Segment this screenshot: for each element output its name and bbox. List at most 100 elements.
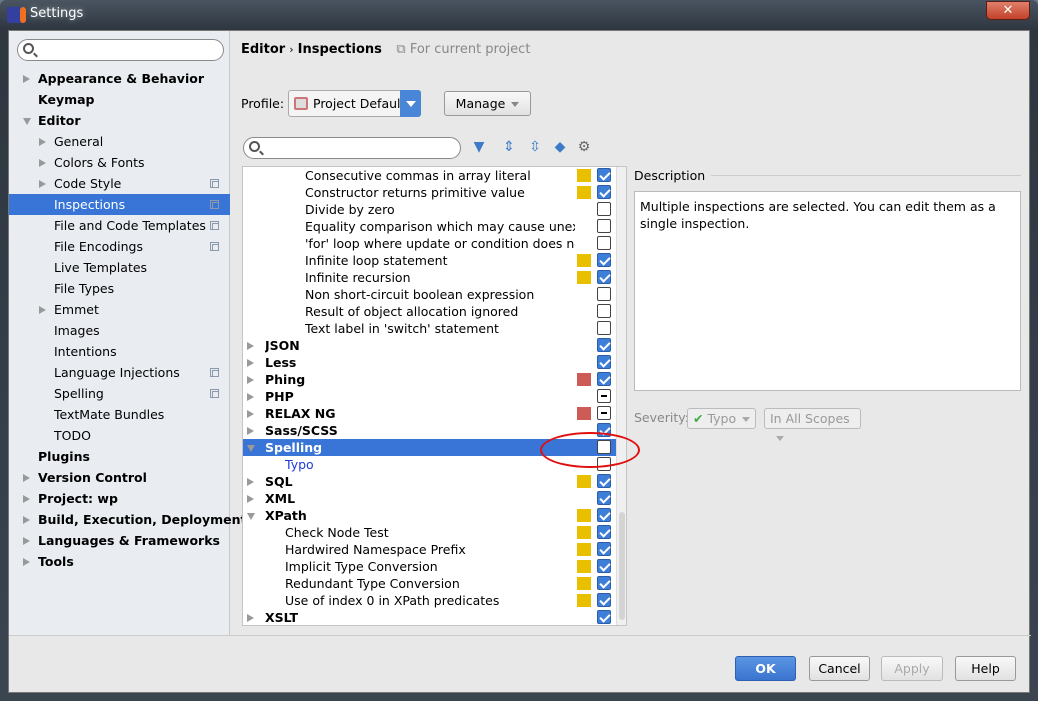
sidebar-item-file-and-code-templates[interactable]: File and Code Templates [9, 215, 230, 236]
tree-row-xml[interactable]: XML [243, 490, 626, 507]
sidebar-item-file-types[interactable]: File Types [9, 278, 230, 299]
inspection-checkbox[interactable] [597, 270, 611, 284]
chevron-right-icon[interactable] [247, 393, 254, 401]
chevron-right-icon[interactable] [39, 306, 46, 314]
tree-row-phing[interactable]: Phing [243, 371, 626, 388]
inspection-checkbox[interactable] [597, 559, 611, 573]
help-button[interactable]: Help [955, 656, 1016, 681]
tree-scrollbar[interactable] [616, 167, 626, 625]
manage-button[interactable]: Manage [444, 91, 531, 116]
inspection-search-input[interactable] [243, 137, 461, 159]
sidebar-item-tools[interactable]: Tools [9, 551, 230, 572]
ok-button[interactable]: OK [735, 656, 796, 681]
chevron-down-icon[interactable] [400, 90, 421, 117]
inspection-checkbox[interactable] [597, 372, 611, 386]
filter-icon[interactable]: ▼ [471, 139, 487, 155]
inspection-checkbox[interactable] [597, 525, 611, 539]
chevron-down-icon[interactable] [23, 118, 31, 125]
breadcrumb-parent[interactable]: Editor [241, 42, 285, 57]
tree-row-divide-by-zero[interactable]: Divide by zero [243, 201, 626, 218]
sidebar-item-language-injections[interactable]: Language Injections [9, 362, 230, 383]
sidebar-item-intentions[interactable]: Intentions [9, 341, 230, 362]
chevron-right-icon[interactable] [39, 138, 46, 146]
tree-row-text-label-in-switch-statement[interactable]: Text label in 'switch' statement [243, 320, 626, 337]
sidebar-item-languages-frameworks[interactable]: Languages & Frameworks [9, 530, 230, 551]
sidebar-item-images[interactable]: Images [9, 320, 230, 341]
inspection-checkbox[interactable] [597, 406, 611, 420]
chevron-right-icon[interactable] [247, 376, 254, 384]
sidebar-item-plugins[interactable]: Plugins [9, 446, 230, 467]
sidebar-item-general[interactable]: General [9, 131, 230, 152]
tree-row-json[interactable]: JSON [243, 337, 626, 354]
chevron-right-icon[interactable] [23, 558, 30, 566]
chevron-right-icon[interactable] [247, 342, 254, 350]
inspection-checkbox[interactable] [597, 491, 611, 505]
apply-button[interactable]: Apply [881, 656, 943, 681]
sidebar-item-spelling[interactable]: Spelling [9, 383, 230, 404]
settings-search-input[interactable] [17, 39, 224, 61]
inspection-checkbox[interactable] [597, 219, 611, 233]
sidebar-item-live-templates[interactable]: Live Templates [9, 257, 230, 278]
tree-row-sql[interactable]: SQL [243, 473, 626, 490]
inspection-checkbox[interactable] [597, 389, 611, 403]
inspection-checkbox[interactable] [597, 185, 611, 199]
tree-row-consecutive-commas-in-array-literal[interactable]: Consecutive commas in array literal [243, 167, 626, 184]
sidebar-item-code-style[interactable]: Code Style [9, 173, 230, 194]
tree-row-xslt[interactable]: XSLT [243, 609, 626, 625]
sidebar-item-emmet[interactable]: Emmet [9, 299, 230, 320]
inspection-checkbox[interactable] [597, 355, 611, 369]
collapse-all-icon[interactable]: ⇳ [527, 139, 543, 155]
sidebar-item-build-execution-deployment[interactable]: Build, Execution, Deployment [9, 509, 246, 530]
scope-select[interactable]: In All Scopes [764, 408, 861, 441]
severity-select[interactable]: ✔ Typo [687, 408, 756, 429]
inspection-checkbox[interactable] [597, 338, 611, 352]
reset-icon[interactable]: ◆ [552, 139, 568, 155]
tree-row-check-node-test[interactable]: Check Node Test [243, 524, 626, 541]
sidebar-item-todo[interactable]: TODO [9, 425, 230, 446]
chevron-down-icon[interactable] [247, 513, 255, 520]
inspection-checkbox[interactable] [597, 202, 611, 216]
inspection-checkbox[interactable] [597, 253, 611, 267]
tree-row-implicit-type-conversion[interactable]: Implicit Type Conversion [243, 558, 626, 575]
chevron-down-icon[interactable] [247, 445, 255, 452]
tree-row-equality-comparison-which-may-cause-unexpected-type-coercion[interactable]: Equality comparison which may cause unex… [243, 218, 626, 235]
sidebar-item-colors-fonts[interactable]: Colors & Fonts [9, 152, 230, 173]
sidebar-item-keymap[interactable]: Keymap [9, 89, 230, 110]
sidebar-item-project-wp[interactable]: Project: wp [9, 488, 230, 509]
tree-row-constructor-returns-primitive-value[interactable]: Constructor returns primitive value [243, 184, 626, 201]
tree-row-result-of-object-allocation-ignored[interactable]: Result of object allocation ignored [243, 303, 626, 320]
profile-select[interactable]: Project Default [288, 90, 421, 117]
chevron-right-icon[interactable] [247, 410, 254, 418]
chevron-right-icon[interactable] [247, 427, 254, 435]
inspection-checkbox[interactable] [597, 304, 611, 318]
tree-row-hardwired-namespace-prefix[interactable]: Hardwired Namespace Prefix [243, 541, 626, 558]
inspection-checkbox[interactable] [597, 542, 611, 556]
chevron-right-icon[interactable] [247, 614, 254, 622]
expand-all-icon[interactable]: ⇕ [501, 139, 517, 155]
inspection-checkbox[interactable] [597, 610, 611, 624]
inspection-checkbox[interactable] [597, 593, 611, 607]
tree-row-less[interactable]: Less [243, 354, 626, 371]
close-button[interactable]: ✕ [986, 1, 1030, 20]
chevron-right-icon[interactable] [23, 495, 30, 503]
inspection-checkbox[interactable] [597, 168, 611, 182]
tree-row-relax-ng[interactable]: RELAX NG [243, 405, 626, 422]
tree-row-infinite-loop-statement[interactable]: Infinite loop statement [243, 252, 626, 269]
sidebar-item-appearance-behavior[interactable]: Appearance & Behavior [9, 68, 230, 89]
tree-row-for-loop-where-update-or-condition-does-not-use-loop-variable[interactable]: 'for' loop where update or condition doe… [243, 235, 626, 252]
sidebar-item-editor[interactable]: Editor [9, 110, 230, 131]
chevron-right-icon[interactable] [23, 516, 30, 524]
tree-row-php[interactable]: PHP [243, 388, 626, 405]
tree-row-infinite-recursion[interactable]: Infinite recursion [243, 269, 626, 286]
inspection-checkbox[interactable] [597, 287, 611, 301]
sidebar-item-version-control[interactable]: Version Control [9, 467, 230, 488]
tree-row-non-short-circuit-boolean-expression[interactable]: Non short-circuit boolean expression [243, 286, 626, 303]
chevron-right-icon[interactable] [23, 75, 30, 83]
inspection-checkbox[interactable] [597, 576, 611, 590]
inspection-checkbox[interactable] [597, 508, 611, 522]
chevron-right-icon[interactable] [247, 478, 254, 486]
cancel-button[interactable]: Cancel [809, 656, 870, 681]
settings-gear-icon[interactable]: ⚙ [576, 139, 592, 155]
inspection-checkbox[interactable] [597, 236, 611, 250]
chevron-right-icon[interactable] [247, 495, 254, 503]
